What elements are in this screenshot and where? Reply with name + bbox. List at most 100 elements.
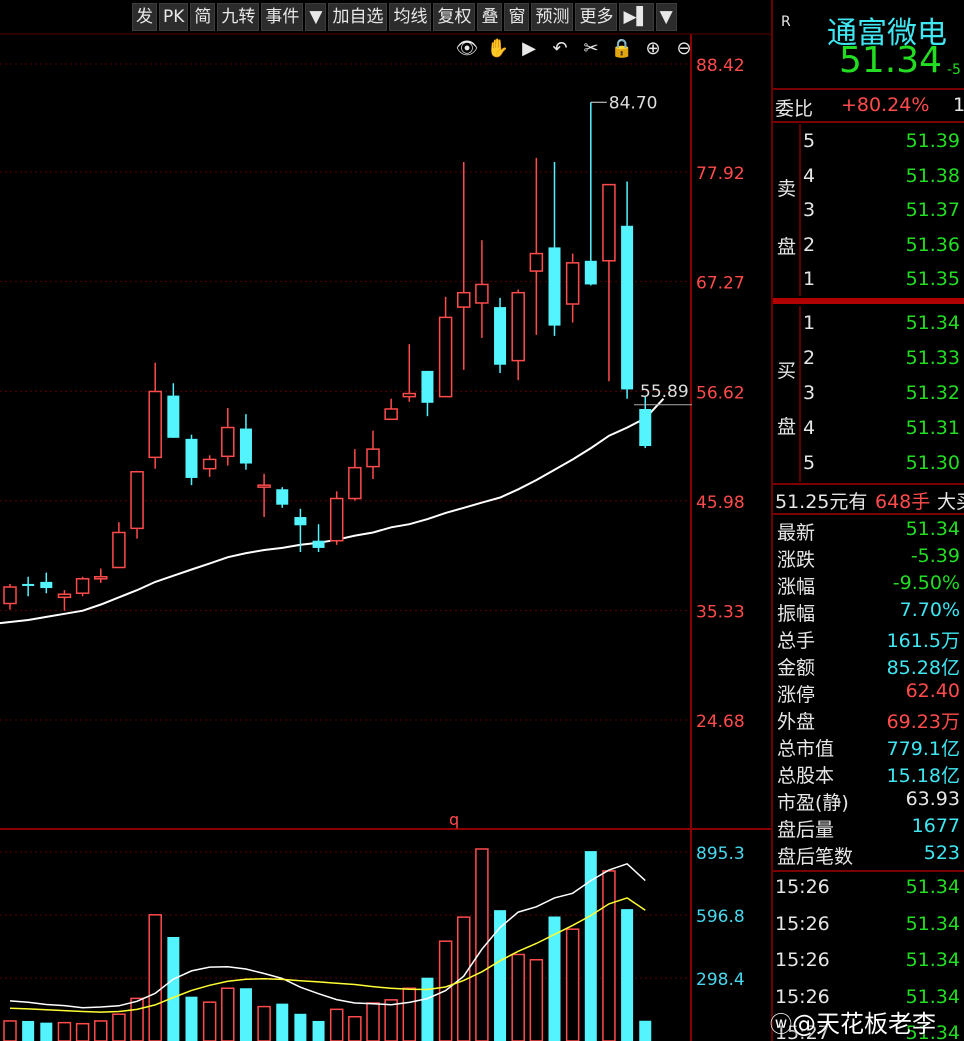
toolbar-button-1[interactable]: PK (159, 3, 189, 31)
sell-price: 51.37 (905, 199, 960, 221)
weibi-clipped: 1 (953, 94, 964, 116)
candle (75, 576, 90, 597)
toolbar-button-6[interactable]: 加自选 (328, 3, 388, 31)
candle-body (75, 578, 90, 594)
buy-level: 5 (803, 452, 816, 474)
stat-label: 总手 (777, 630, 816, 652)
hand-icon[interactable]: ✋ (485, 36, 511, 62)
stat-label: 总股本 (777, 765, 835, 787)
undo-icon[interactable]: ↶ (547, 36, 573, 62)
candle (421, 370, 434, 417)
volume-bar (565, 928, 580, 1041)
sell-level: 1 (803, 268, 816, 290)
order-qty: 648手 (875, 491, 931, 513)
volume-bar (494, 910, 507, 1041)
zoom-out-icon[interactable]: ⊖ (671, 36, 697, 62)
stat-label: 涨跌 (777, 549, 816, 571)
toolbar-button-0[interactable]: 发 (132, 3, 157, 31)
weibi-label: 委比 (775, 98, 814, 120)
candle (148, 362, 162, 469)
candle (202, 455, 217, 477)
volume-bar (511, 953, 525, 1041)
candle-body (167, 395, 180, 438)
candle-body (348, 466, 362, 500)
tick-time: 15:26 (775, 949, 830, 971)
toolbar-button-7[interactable]: 均线 (389, 3, 432, 31)
buy-label-2: 盘 (777, 416, 797, 438)
toolbar-button-14[interactable]: ▼ (655, 3, 677, 31)
candle (366, 430, 380, 479)
stat-label: 市盈(静) (777, 792, 849, 814)
kline-chart-area[interactable]: 88.42 77.92 67.27 56.62 45.98 35.33 24.68 84.70… (0, 0, 771, 1041)
candle-body (329, 497, 344, 542)
volume-bar (239, 988, 252, 1041)
candle-body (40, 581, 53, 589)
candle-body (276, 489, 289, 505)
candle-body (421, 370, 434, 403)
buy-price: 51.33 (905, 347, 960, 369)
weibi-value: +80.24% (841, 94, 930, 116)
toolbar-button-3[interactable]: 九转 (217, 3, 260, 31)
eye-icon[interactable]: 👁 (454, 36, 480, 62)
stat-value: 161.5万 (886, 630, 960, 652)
toolbar-button-4[interactable]: 事件 (261, 3, 304, 31)
candle-body (94, 575, 108, 580)
volume-bar (75, 1022, 90, 1041)
scissors-icon[interactable]: ✂ (578, 36, 604, 62)
sell-level: 5 (803, 130, 816, 152)
toolbar-button-12[interactable]: 更多 (575, 3, 618, 31)
buy-label-1: 买 (777, 360, 797, 382)
volume-bar (402, 987, 417, 1041)
toolbar-button-5[interactable]: ▼ (305, 3, 327, 31)
last-label: 55.89 (640, 382, 689, 402)
sell-label-2: 盘 (777, 236, 797, 258)
candle-body (221, 426, 235, 458)
sell-price: 51.38 (905, 164, 960, 187)
toolbar-button-13[interactable]: ▶▌ (619, 3, 654, 31)
toolbar-button-11[interactable]: 预测 (531, 3, 574, 31)
volume-bar (584, 851, 597, 1041)
stat-value: 779.1亿 (886, 738, 960, 760)
r-flag: R (781, 14, 791, 30)
volume-bar (529, 959, 544, 1041)
volume-bar (130, 997, 144, 1041)
toolbar-button-10[interactable]: 窗 (504, 3, 530, 31)
volume-axis-label: 596.8 (696, 907, 745, 927)
toolbar: 发 PK 简九转 事件 ▼ 加自选 均线 复权叠窗预测 更多 ▶▌ ▼ (132, 3, 679, 31)
stat-value: 51.34 (905, 518, 960, 540)
candle (112, 522, 126, 569)
price-axis-label: 56.62 (696, 383, 745, 403)
volume-bar (22, 1020, 35, 1041)
candle (475, 240, 489, 338)
candle-body (22, 583, 35, 586)
candle-body (565, 262, 580, 305)
toolbar-button-9[interactable]: 叠 (477, 3, 503, 31)
volume-bar (294, 1013, 307, 1041)
candle (57, 590, 72, 611)
lock-icon[interactable]: 🔒 (609, 36, 635, 62)
volume-bar (257, 1005, 271, 1041)
price-axis-label: 35.33 (696, 602, 745, 622)
period-marker: q (449, 810, 459, 829)
candle-body (366, 448, 380, 468)
candle (494, 297, 507, 373)
volume-bar (3, 1020, 17, 1041)
volume-bar (421, 977, 434, 1041)
zoom-in-icon[interactable]: ⊕ (640, 36, 666, 62)
stat-value: 15.18亿 (886, 765, 960, 787)
weibo-logo-icon: ⓦ (770, 1013, 793, 1038)
toolbar-button-8[interactable]: 复权 (433, 3, 476, 31)
quote-panel: R 通富微电 51.34 -5 委比 +80.24% 1 卖 盘 5 51.39 4… (771, 0, 964, 1041)
toolbar-button-2[interactable]: 简 (190, 3, 216, 31)
stat-label: 振幅 (777, 603, 816, 625)
sell-price: 51.35 (905, 268, 960, 290)
candle (529, 157, 544, 335)
stat-value: 523 (923, 842, 960, 864)
candle (565, 253, 580, 323)
buy-level: 1 (803, 312, 816, 334)
candle-body (511, 291, 525, 362)
price-axis-label: 88.42 (696, 56, 745, 76)
volume-bar (312, 1020, 325, 1041)
play-icon[interactable]: ▶ (516, 36, 542, 62)
candle-body (639, 408, 652, 447)
